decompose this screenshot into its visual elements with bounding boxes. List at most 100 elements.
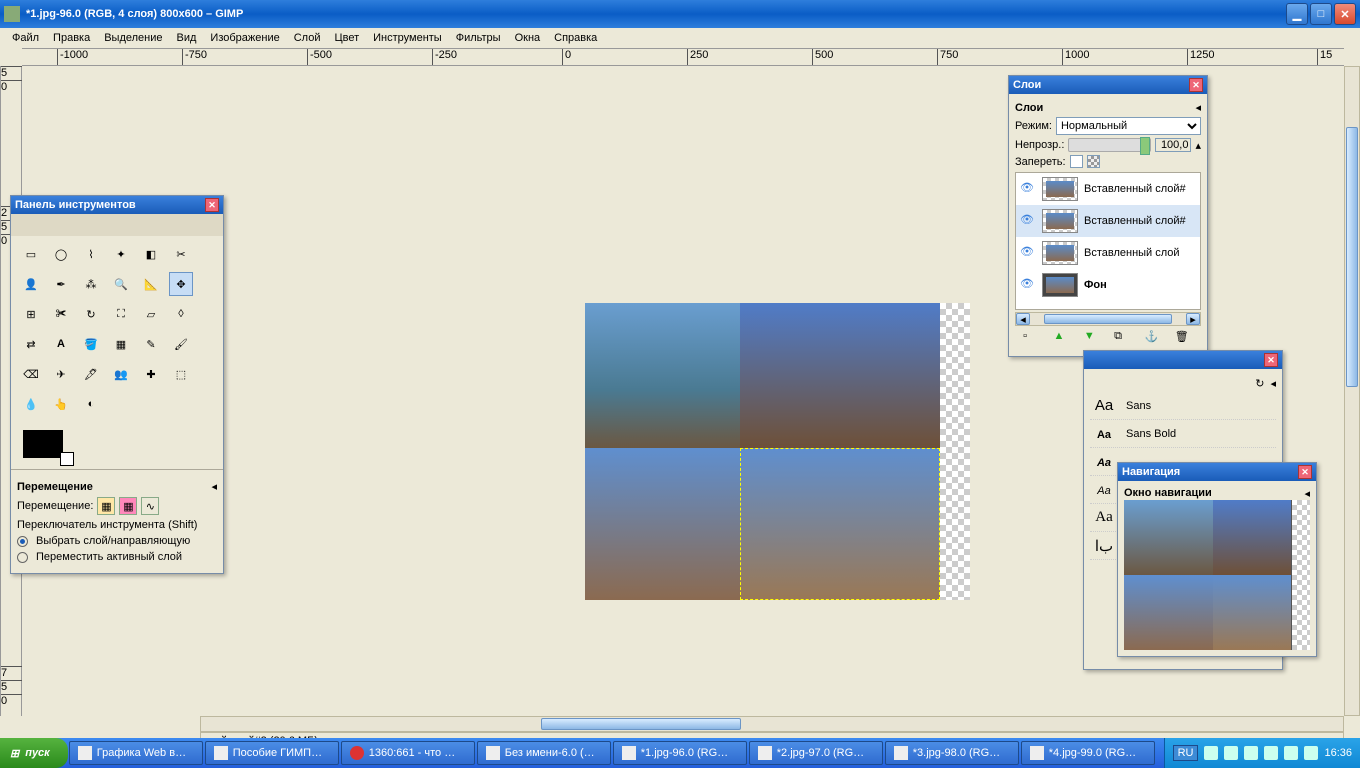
lower-layer-icon[interactable]: ▼ <box>1084 330 1102 348</box>
menu-windows[interactable]: Окна <box>509 30 547 46</box>
taskbar-item[interactable]: *3.jpg-98.0 (RG… <box>885 741 1019 765</box>
taskbar-item[interactable]: Графика Web в… <box>69 741 203 765</box>
navigation-title[interactable]: Навигация✕ <box>1118 463 1316 481</box>
layers-title[interactable]: Слои✕ <box>1009 76 1207 94</box>
menu-filters[interactable]: Фильтры <box>450 30 507 46</box>
background-color[interactable] <box>60 452 74 466</box>
flip-tool[interactable]: ⇄ <box>19 332 43 356</box>
clone-tool[interactable]: 👥 <box>109 362 133 386</box>
fonts-title[interactable]: ✕ <box>1084 351 1282 369</box>
tray-icon[interactable] <box>1304 746 1318 760</box>
scrollbar-vertical[interactable] <box>1344 66 1360 716</box>
blur-tool[interactable]: 💧 <box>19 392 43 416</box>
clock[interactable]: 16:36 <box>1324 747 1352 759</box>
opacity-value[interactable]: 100,0 <box>1155 138 1191 152</box>
menu-edit[interactable]: Правка <box>47 30 96 46</box>
tray-icon[interactable] <box>1244 746 1258 760</box>
move-path-button[interactable]: ∿ <box>141 497 159 515</box>
blend-tool[interactable]: ▦ <box>109 332 133 356</box>
move-tool[interactable]: ✥ <box>169 272 193 296</box>
font-row[interactable]: AaSans <box>1090 392 1276 420</box>
menu-select[interactable]: Выделение <box>98 30 168 46</box>
scrollbar-horizontal[interactable] <box>200 716 1344 732</box>
visibility-icon[interactable]: 👁 <box>1020 213 1036 229</box>
layers-close-icon[interactable]: ✕ <box>1189 78 1203 92</box>
color-swatches[interactable] <box>11 422 223 469</box>
taskbar-item[interactable]: Пособие ГИМП… <box>205 741 339 765</box>
taskbar-item[interactable]: *2.jpg-97.0 (RG… <box>749 741 883 765</box>
ink-tool[interactable]: 🖋 <box>79 362 103 386</box>
layer-image-4-selected[interactable] <box>740 448 940 600</box>
layer-row[interactable]: 👁Вставленный слой <box>1016 237 1200 269</box>
fonts-menu-icon[interactable]: ◂ <box>1270 377 1276 390</box>
fonts-close-icon[interactable]: ✕ <box>1264 353 1278 367</box>
bucket-tool[interactable]: 🪣 <box>79 332 103 356</box>
tool-options-menu-icon[interactable]: ◂ <box>211 480 217 493</box>
lock-alpha-checkbox[interactable] <box>1087 155 1100 168</box>
navigation-close-icon[interactable]: ✕ <box>1298 465 1312 479</box>
fonts-refresh-icon[interactable]: ↻ <box>1255 377 1264 390</box>
taskbar-item[interactable]: *1.jpg-96.0 (RG… <box>613 741 747 765</box>
layer-image-2[interactable] <box>740 303 940 448</box>
scale-tool[interactable]: ⛶ <box>109 302 133 326</box>
start-button[interactable]: ⊞пуск <box>0 738 68 768</box>
foreground-color[interactable] <box>23 430 63 458</box>
visibility-icon[interactable]: 👁 <box>1020 245 1036 261</box>
layers-tab[interactable]: Слои <box>1015 102 1043 114</box>
layer-row[interactable]: 👁Вставленный слой# <box>1016 205 1200 237</box>
brush-tool[interactable]: 🖌 <box>169 332 193 356</box>
layers-hscroll[interactable]: ◂▸ <box>1015 312 1201 326</box>
pencil-tool[interactable]: ✎ <box>139 332 163 356</box>
tray-icon[interactable] <box>1204 746 1218 760</box>
maximize-button[interactable]: □ <box>1310 3 1332 25</box>
align-tool[interactable]: ⊞ <box>19 302 43 326</box>
raise-layer-icon[interactable]: ▲ <box>1053 330 1071 348</box>
system-tray[interactable]: RU 16:36 <box>1164 738 1360 768</box>
toolbox-close-icon[interactable]: ✕ <box>205 198 219 212</box>
minimize-button[interactable]: ▁ <box>1286 3 1308 25</box>
layer-row[interactable]: 👁Вставленный слой# <box>1016 173 1200 205</box>
airbrush-tool[interactable]: ✈ <box>49 362 73 386</box>
smudge-tool[interactable]: 👆 <box>49 392 73 416</box>
layer-list[interactable]: 👁Вставленный слой# 👁Вставленный слой# 👁В… <box>1015 172 1201 310</box>
dodge-tool[interactable]: ◐ <box>79 392 103 416</box>
toolbox-title[interactable]: Панель инструментов✕ <box>11 196 223 214</box>
new-layer-icon[interactable]: ▫ <box>1023 330 1041 348</box>
eraser-tool[interactable]: ⌫ <box>19 362 43 386</box>
menu-layer[interactable]: Слой <box>288 30 327 46</box>
delete-layer-icon[interactable]: 🗑 <box>1175 330 1193 348</box>
picker-tool[interactable]: ⁂ <box>79 272 103 296</box>
zoom-tool[interactable]: 🔍 <box>109 272 133 296</box>
measure-tool[interactable]: 📐 <box>139 272 163 296</box>
taskbar-item[interactable]: *4.jpg-99.0 (RG… <box>1021 741 1155 765</box>
color-select-tool[interactable]: ◧ <box>139 242 163 266</box>
fuzzy-select-tool[interactable]: ✦ <box>109 242 133 266</box>
taskbar-item[interactable]: 1360:661 - что … <box>341 741 475 765</box>
menu-file[interactable]: Файл <box>6 30 45 46</box>
navigation-menu-icon[interactable]: ◂ <box>1304 487 1310 500</box>
menu-color[interactable]: Цвет <box>328 30 365 46</box>
opacity-slider[interactable] <box>1068 138 1151 152</box>
close-button[interactable]: ✕ <box>1334 3 1356 25</box>
move-selection-button[interactable]: ▦ <box>119 497 137 515</box>
layer-row[interactable]: 👁Фон <box>1016 269 1200 301</box>
radio-move-active[interactable]: Переместить активный слой <box>17 551 217 563</box>
language-indicator[interactable]: RU <box>1173 745 1199 761</box>
ellipse-select-tool[interactable]: ◯ <box>49 242 73 266</box>
menu-help[interactable]: Справка <box>548 30 603 46</box>
rect-select-tool[interactable]: ▭ <box>19 242 43 266</box>
tray-icon[interactable] <box>1224 746 1238 760</box>
crop-tool[interactable]: ✀ <box>49 302 73 326</box>
layer-image-1[interactable] <box>585 303 740 448</box>
perspective-clone-tool[interactable]: ⬚ <box>169 362 193 386</box>
menu-view[interactable]: Вид <box>171 30 203 46</box>
font-row[interactable]: AaSans Bold <box>1090 420 1276 448</box>
menu-tools[interactable]: Инструменты <box>367 30 448 46</box>
layer-image-3[interactable] <box>585 448 740 600</box>
visibility-icon[interactable]: 👁 <box>1020 277 1036 293</box>
visibility-icon[interactable]: 👁 <box>1020 181 1036 197</box>
paths-tool[interactable]: ✒ <box>49 272 73 296</box>
anchor-layer-icon[interactable]: ⚓ <box>1144 330 1162 348</box>
layers-menu-icon[interactable]: ◂ <box>1195 101 1201 114</box>
free-select-tool[interactable]: ⌇ <box>79 242 103 266</box>
